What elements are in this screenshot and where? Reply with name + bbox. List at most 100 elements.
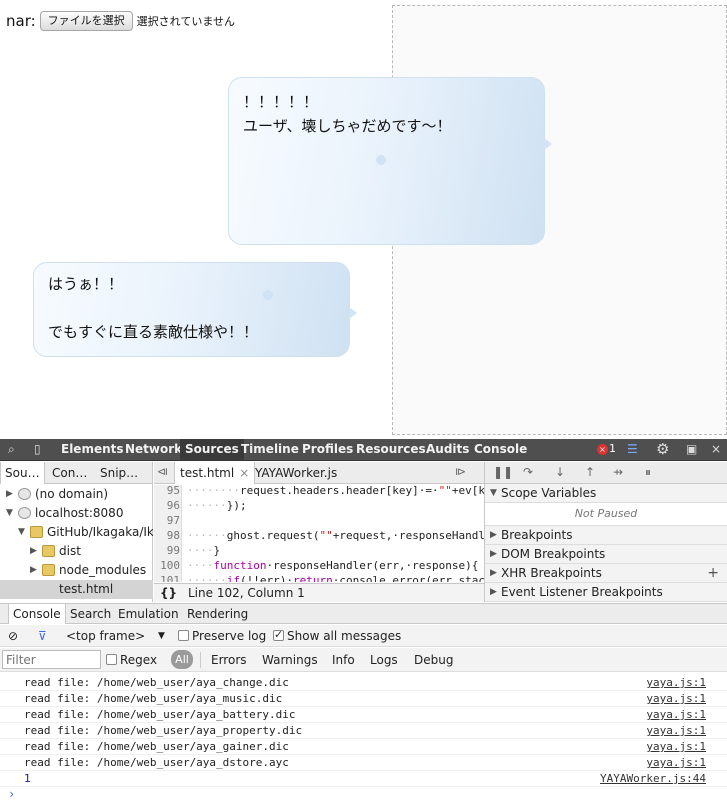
navigator-tab[interactable]: Sou…: [0, 462, 45, 484]
toggle-debugger-icon[interactable]: ⧐: [455, 465, 466, 478]
level-debug[interactable]: Debug: [414, 652, 453, 668]
sidebar-pane-header[interactable]: ▶ Event Listener Breakpoints: [485, 583, 727, 602]
tree-item[interactable]: ▼ GitHub/Ikagaka/Ik: [0, 523, 153, 542]
line-number[interactable]: 95: [154, 485, 180, 498]
step-out-icon[interactable]: ↑: [585, 465, 595, 479]
message-text: read file: /home/web_user/aya_dstore.ayc: [24, 756, 289, 769]
tab-resources[interactable]: Resources: [351, 439, 431, 461]
tree-arrow-icon[interactable]: ▶: [30, 542, 37, 561]
preserve-log-checkbox[interactable]: Preserve log: [178, 628, 266, 644]
navigator-tab[interactable]: Snip…: [96, 462, 142, 484]
code-view[interactable]: 95 ········request.headers.header[key]·=·…: [154, 485, 484, 582]
pretty-print-button[interactable]: {}: [160, 584, 177, 602]
console-prompt[interactable]: ›: [8, 787, 15, 801]
drawer-tab-emulation[interactable]: Emulation: [114, 604, 183, 624]
tree-item[interactable]: ▶ (no domain): [0, 485, 153, 504]
message-source-link[interactable]: yaya.js:1: [646, 723, 706, 739]
tree-item[interactable]: ▼ localhost:8080: [0, 504, 153, 523]
tree-item[interactable]: ▶ node_modules: [0, 561, 153, 580]
drawer-toggle-icon[interactable]: ☰: [627, 442, 638, 456]
sidebar-pane-header[interactable]: ▶ XHR Breakpoints +: [485, 564, 727, 583]
sources-navigator: Sou… Con… Snip… ▶ (no domain) ▼ localhost:808…: [0, 462, 153, 602]
tree-arrow-icon[interactable]: ▼: [6, 504, 13, 523]
pause-icon[interactable]: ❚❚: [493, 465, 513, 479]
deactivate-breakpoints-icon[interactable]: ⇸: [613, 465, 623, 479]
expand-arrow-icon[interactable]: ▶: [490, 545, 497, 563]
sakura-balloon[interactable]: ！！！！！ ユーザ、壊しちゃだめです〜！: [228, 77, 552, 245]
tree-item[interactable]: ▶ dist: [0, 542, 153, 561]
message-source-link[interactable]: yaya.js:1: [646, 739, 706, 755]
tab-timeline[interactable]: Timeline: [236, 439, 304, 461]
devtools-panel: ⌕ ▯ Elements Network Sources Timeline Profil…: [0, 439, 727, 806]
add-breakpoint-icon[interactable]: +: [707, 564, 719, 582]
message-source-link[interactable]: yaya.js:1: [646, 675, 706, 691]
level-errors[interactable]: Errors: [211, 652, 247, 668]
line-number[interactable]: 98: [154, 528, 180, 543]
error-count[interactable]: 1: [609, 442, 616, 455]
drawer-tab-console[interactable]: Console: [8, 604, 66, 624]
folder-icon: [30, 526, 43, 538]
balloon-decoration: [376, 155, 386, 165]
level-logs[interactable]: Logs: [370, 652, 398, 668]
step-over-icon[interactable]: ↷: [523, 465, 533, 479]
tab-network[interactable]: Network: [120, 439, 187, 461]
code-text: ······});: [187, 498, 247, 513]
level-info[interactable]: Info: [332, 652, 355, 668]
regex-checkbox[interactable]: Regex: [106, 652, 157, 668]
tree-arrow-icon[interactable]: ▶: [30, 561, 37, 580]
device-mode-icon[interactable]: ▯: [34, 442, 41, 456]
expand-arrow-icon[interactable]: ▶: [490, 583, 497, 601]
level-warnings[interactable]: Warnings: [262, 652, 318, 668]
pause-on-exceptions-icon[interactable]: ⏸: [645, 465, 651, 480]
editor-tab[interactable]: test.html ×: [174, 462, 256, 484]
line-number[interactable]: 100: [154, 558, 180, 573]
message-source-link[interactable]: yaya.js:1: [646, 755, 706, 771]
tab-sources[interactable]: Sources: [180, 439, 244, 461]
sidebar-pane-header[interactable]: ▶ Breakpoints: [485, 526, 727, 545]
kero-balloon[interactable]: はうぁ！！ でもすぐに直る素敵仕様や！！: [33, 262, 357, 357]
tab-elements[interactable]: Elements: [56, 439, 129, 461]
frame-select[interactable]: <top frame>: [66, 628, 145, 644]
drawer-tab-search[interactable]: Search: [66, 604, 115, 624]
error-icon[interactable]: ×: [597, 444, 608, 455]
show-all-messages-checkbox[interactable]: Show all messages: [273, 627, 402, 644]
choose-file-button[interactable]: ファイルを選択: [39, 11, 133, 31]
level-all[interactable]: All: [171, 650, 193, 669]
folder-icon: [42, 564, 55, 576]
filter-icon[interactable]: ⊽: [38, 628, 47, 644]
clear-console-icon[interactable]: ⊘: [8, 628, 18, 644]
settings-gear-icon[interactable]: ⚙: [656, 440, 669, 458]
drawer-tab-rendering[interactable]: Rendering: [183, 604, 252, 624]
tree-item[interactable]: test.html: [0, 580, 153, 599]
line-number[interactable]: 96: [154, 498, 180, 513]
tree-arrow-icon[interactable]: ▼: [18, 523, 25, 542]
expand-arrow-icon[interactable]: ▶: [490, 564, 497, 582]
frame-dropdown-icon[interactable]: ▼: [158, 628, 165, 644]
tree-item-label: node_modules: [59, 563, 147, 577]
line-number[interactable]: 101: [154, 573, 180, 582]
tab-console[interactable]: Console: [469, 439, 532, 461]
toggle-navigator-icon[interactable]: ⧏: [157, 465, 168, 478]
navigator-tab[interactable]: Con…: [48, 462, 91, 484]
sidebar-pane-header[interactable]: ▶ DOM Breakpoints: [485, 545, 727, 564]
message-source-link[interactable]: YAYAWorker.js:44: [600, 771, 706, 787]
dock-side-icon[interactable]: ▣: [686, 442, 697, 456]
sidebar-pane-header[interactable]: ▼ Scope Variables: [485, 484, 727, 503]
tree-arrow-icon[interactable]: ▶: [6, 485, 13, 504]
close-tab-icon[interactable]: ×: [239, 466, 249, 480]
filter-input[interactable]: [2, 650, 101, 669]
line-number[interactable]: 99: [154, 543, 180, 558]
tab-profiles[interactable]: Profiles: [297, 439, 358, 461]
message-source-link[interactable]: yaya.js:1: [646, 691, 706, 707]
message-source-link[interactable]: yaya.js:1: [646, 707, 706, 723]
tab-audits[interactable]: Audits: [421, 439, 474, 461]
line-number[interactable]: 97: [154, 513, 180, 528]
inspect-icon[interactable]: ⌕: [8, 442, 15, 457]
expand-arrow-icon[interactable]: ▶: [490, 526, 497, 544]
filter-divider: [200, 652, 201, 668]
expand-arrow-icon[interactable]: ▼: [490, 484, 497, 502]
step-into-icon[interactable]: ↓: [555, 465, 565, 479]
close-devtools-icon[interactable]: ×: [711, 442, 721, 456]
show-all-messages-label: Show all messages: [287, 629, 402, 643]
editor-tab[interactable]: YAYAWorker.js: [250, 462, 342, 484]
